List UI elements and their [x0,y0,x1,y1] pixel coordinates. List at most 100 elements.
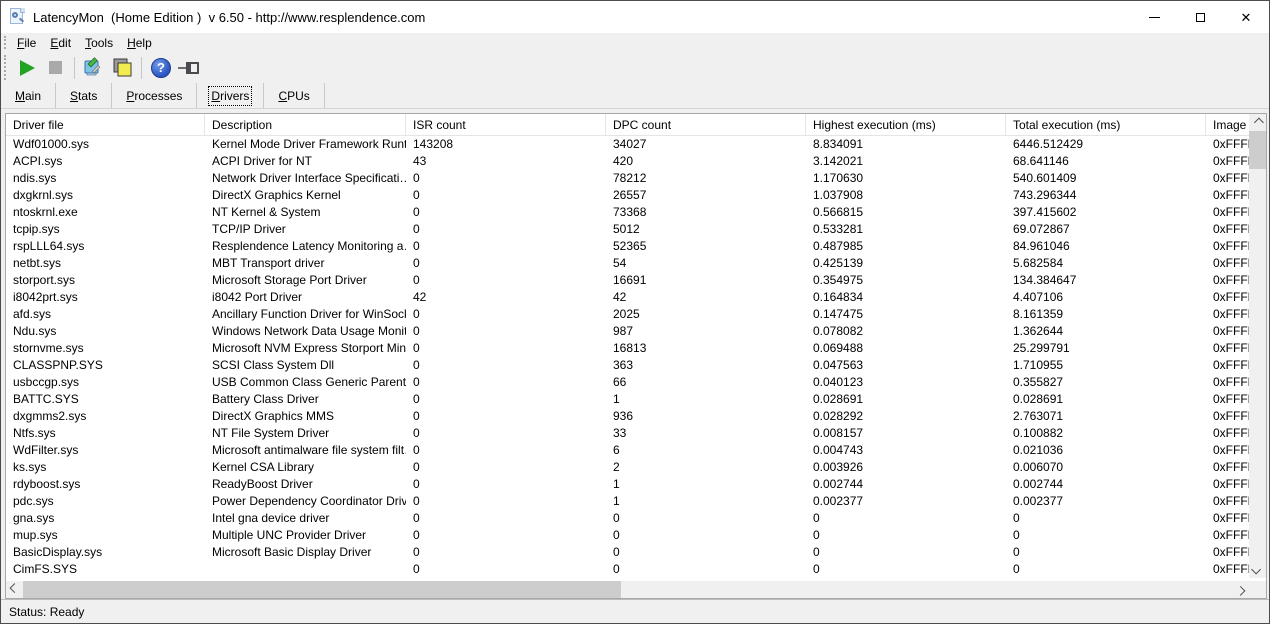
cell: ACPI.sys [13,154,63,168]
table-row[interactable]: usbccgp.sys USB Common Class Generic Pare… [6,374,1249,391]
minimize-button[interactable] [1131,1,1177,33]
cell: 0.028292 [813,409,864,423]
menu-item-help[interactable]: Help [121,35,158,51]
table-row[interactable]: CLASSPNP.SYS SCSI Class System Dll 0 363 0.0… [6,357,1249,374]
column-header-driver-file[interactable]: Driver file [6,114,205,135]
table-row[interactable]: BATTC.SYS Battery Class Driver 0 1 0.028691 0… [6,391,1249,408]
cell: 0.002377 [1013,494,1064,508]
cell: BasicDisplay.sys [13,545,103,559]
menubar-gripper[interactable] [4,36,7,49]
window-title: LatencyMon (Home Edition ) v 6.50 - http… [33,9,426,25]
table-row[interactable]: ks.sys Kernel CSA Library 0 2 0.003926 0.0060… [6,459,1249,476]
cell: 84.961046 [1013,239,1070,253]
cell: 0 [413,460,420,474]
column-header-isr-count[interactable]: ISR count [406,114,606,135]
maximize-button[interactable] [1177,1,1223,33]
scroll-left-button[interactable] [6,581,23,598]
column-header-total-execution-ms-[interactable]: Total execution (ms) [1006,114,1206,135]
cell: 1 [613,494,620,508]
table-row[interactable]: gna.sys Intel gna device driver 0 0 0 0 0xFFFF [6,510,1249,527]
cell: 42 [613,290,627,304]
column-header-highest-execution-ms-[interactable]: Highest execution (ms) [806,114,1006,135]
table-row[interactable]: Wdf01000.sys Kernel Mode Driver Framework… [6,136,1249,153]
tab-cpus[interactable]: CPUs [264,83,325,108]
table-row[interactable]: stornvme.sys Microsoft NVM Express Storpo… [6,340,1249,357]
scroll-right-button[interactable] [1232,581,1249,598]
column-header-image[interactable]: Image [1206,114,1249,135]
cell: Ntfs.sys [13,426,56,440]
start-monitor-button[interactable] [13,55,41,81]
table-row[interactable]: afd.sys Ancillary Function Driver for Win… [6,306,1249,323]
tab-stats[interactable]: Stats [56,83,113,108]
table-row[interactable]: Ndu.sys Windows Network Data Usage Monit…… [6,323,1249,340]
toolbar-gripper[interactable] [4,55,7,80]
table-row[interactable]: ndis.sys Network Driver Interface Specifi… [6,170,1249,187]
cell: i8042 Port Driver [212,290,303,304]
table-row[interactable]: i8042prt.sys i8042 Port Driver 42 42 0.16483… [6,289,1249,306]
cell: 6 [613,443,620,457]
table-row[interactable]: CimFS.SYS 0 0 0 0 0xFFFF [6,561,1249,578]
table-row[interactable]: ACPI.sys ACPI Driver for NT 43 420 3.142021 6… [6,153,1249,170]
tab-main[interactable]: Main [1,83,57,108]
menu-item-tools[interactable]: Tools [79,35,119,51]
cell: ACPI Driver for NT [212,154,313,168]
scroll-up-button[interactable] [1249,114,1266,131]
cell: Power Dependency Coordinator Driver [212,494,406,508]
cell: storport.sys [13,273,76,287]
copy-report-button[interactable] [108,55,136,81]
column-header-description[interactable]: Description [205,114,406,135]
window-controls: ✕ [1131,1,1269,33]
vertical-scrollbar[interactable] [1249,114,1266,578]
cell: 16691 [613,273,647,287]
tab-processes[interactable]: Processes [112,83,198,108]
horizontal-scroll-thumb[interactable] [23,581,621,598]
close-button[interactable]: ✕ [1223,1,1269,33]
cell: 0 [413,341,420,355]
options-button[interactable] [80,55,108,81]
pushpin-icon [178,61,199,74]
cell: 0 [413,392,420,406]
cell: 0.028691 [1013,392,1064,406]
menu-item-edit[interactable]: Edit [44,35,77,51]
cell: 743.296344 [1013,188,1077,202]
vertical-scroll-thumb[interactable] [1249,131,1266,169]
table-row[interactable]: netbt.sys MBT Transport driver 0 54 0.425139… [6,255,1249,272]
cell: 0.047563 [813,358,864,372]
cell: 0 [413,222,420,236]
column-header-dpc-count[interactable]: DPC count [606,114,806,135]
tab-drivers[interactable]: Drivers [197,83,265,108]
scroll-down-button[interactable] [1249,561,1266,578]
table-row[interactable]: dxgmms2.sys DirectX Graphics MMS 0 936 0.028… [6,408,1249,425]
cell: 0xFFFF [1213,171,1249,185]
cell: 0.147475 [813,307,864,321]
table-row[interactable]: dxgkrnl.sys DirectX Graphics Kernel 0 26557… [6,187,1249,204]
table-row[interactable]: rdyboost.sys ReadyBoost Driver 0 1 0.002744 0… [6,476,1249,493]
app-icon [9,8,27,26]
cell: 0xFFFF [1213,222,1249,236]
cell: 5.682584 [1013,256,1064,270]
stay-on-top-button[interactable] [175,55,203,81]
horizontal-scrollbar[interactable] [6,581,1249,598]
table-row[interactable]: mup.sys Multiple UNC Provider Driver 0 0 0 0 0… [6,527,1249,544]
cell: 0xFFFF [1213,409,1249,423]
cell: 0 [813,511,820,525]
table-row[interactable]: tcpip.sys TCP/IP Driver 0 5012 0.533281 69.07… [6,221,1249,238]
table-row[interactable]: BasicDisplay.sys Microsoft Basic Display … [6,544,1249,561]
cell: 5012 [613,222,640,236]
menu-item-file[interactable]: File [11,35,42,51]
table-row[interactable]: pdc.sys Power Dependency Coordinator Driv… [6,493,1249,510]
stop-monitor-button[interactable] [41,55,69,81]
table-row[interactable]: ntoskrnl.exe NT Kernel & System 0 73368 0.56… [6,204,1249,221]
table-row[interactable]: WdFilter.sys Microsoft antimalware file s… [6,442,1249,459]
cell: 2025 [613,307,640,321]
cell: Intel gna device driver [212,511,330,525]
cell: Microsoft antimalware file system filt… [212,443,406,457]
chevron-left-icon [9,583,20,594]
cell: 0.425139 [813,256,864,270]
table-row[interactable]: storport.sys Microsoft Storage Port Drive… [6,272,1249,289]
cell: 0 [413,375,420,389]
cell: 0 [413,545,420,559]
help-button[interactable]: ? [147,55,175,81]
table-row[interactable]: Ntfs.sys NT File System Driver 0 33 0.008157… [6,425,1249,442]
table-row[interactable]: rspLLL64.sys Resplendence Latency Monitor… [6,238,1249,255]
